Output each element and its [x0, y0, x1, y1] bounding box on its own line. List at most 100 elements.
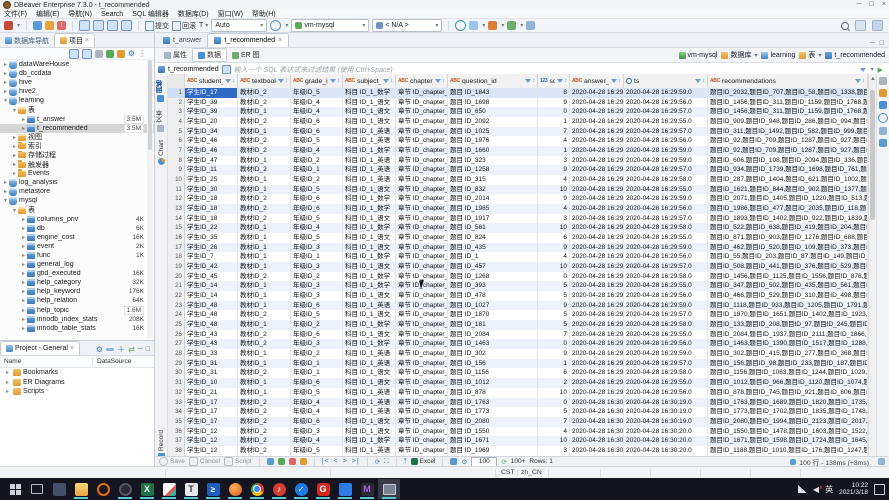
- grid-cell[interactable]: 年级ID_1: [291, 165, 343, 176]
- grid-cell[interactable]: 9: [538, 194, 570, 205]
- expand-arrow[interactable]: ▸: [20, 252, 27, 259]
- tree-item[interactable]: ▸ columns_priv 4K: [0, 215, 154, 224]
- grid-cell[interactable]: 2020-04-28 16:30:19.0: [624, 397, 708, 408]
- expand-arrow[interactable]: ▸: [2, 79, 9, 86]
- close-button[interactable]: ×: [882, 0, 886, 10]
- expand-arrow[interactable]: ▸: [20, 243, 27, 250]
- grid-cell[interactable]: 科目 ID_1_数学: [343, 223, 396, 234]
- grid-cell[interactable]: 章节 ID_chapter_1: [396, 320, 448, 330]
- grid-cell[interactable]: 科目 ID_1_语文: [343, 291, 396, 301]
- grid-cell[interactable]: 题目ID_1456,题目ID_1125,题目ID_1556,题目ID_876,题…: [708, 271, 868, 282]
- sync-icon[interactable]: ⇄: [128, 345, 135, 354]
- row-number[interactable]: 2: [168, 97, 185, 108]
- start-button[interactable]: [4, 479, 26, 499]
- add-row-icon[interactable]: [277, 458, 285, 465]
- menu-item[interactable]: 导航(N): [68, 9, 92, 19]
- grid-cell[interactable]: 年级ID_3: [291, 426, 343, 437]
- grid-cell[interactable]: 题目 ID_1012: [448, 378, 538, 388]
- grid-cell[interactable]: 教材ID_1: [238, 262, 291, 272]
- grid-cell[interactable]: 学生ID_12: [185, 426, 238, 437]
- grid-cell[interactable]: 题目 ID_457: [448, 262, 538, 272]
- grid-cell[interactable]: 学生ID_48: [185, 320, 238, 330]
- grid-cell[interactable]: 2020-04-28 16:29:58: [570, 223, 624, 234]
- grid-cell[interactable]: 题目ID_871,题目ID_903,题目ID_1276,题目ID_688,题目I…: [708, 233, 868, 243]
- grid-cell[interactable]: 2020-04-28 16:29:55: [570, 329, 624, 340]
- open-sql-script-icon[interactable]: [45, 21, 55, 30]
- grid-cell[interactable]: 章节 ID_chapter_2: [396, 407, 448, 417]
- grid-cell[interactable]: 学生ID_12: [185, 436, 238, 446]
- grid-cell[interactable]: 题目ID_909,题目ID_948,题目ID_286,题目ID_994,题目ID…: [708, 117, 868, 127]
- grid-cell[interactable]: 学生ID_26: [185, 242, 238, 253]
- row-number[interactable]: 33: [168, 397, 185, 408]
- grid-cell[interactable]: 科目 ID_1_数学: [343, 436, 396, 446]
- grid-cell[interactable]: 题目ID_878,题目ID_745,题目ID_921,题目ID_806,题目ID…: [708, 387, 868, 398]
- table-row[interactable]: 12 学生ID_18 教材ID_2 年级ID_6 科目 ID_1_数学 章节 ID_cha…: [168, 194, 868, 205]
- refresh-result-icon[interactable]: ⟳: [375, 458, 380, 466]
- prev-page-icon[interactable]: <: [334, 458, 339, 465]
- tab-database-navigator[interactable]: 数据库导航: [0, 34, 54, 47]
- grid-scrollbar[interactable]: ▲: [868, 74, 876, 456]
- grid-cell[interactable]: 4: [538, 136, 570, 147]
- expand-arrow[interactable]: ▸: [11, 143, 18, 150]
- grid-cell[interactable]: 题目ID_462,题目ID_520,题目ID_109,题目ID_373,题目ID…: [708, 242, 868, 253]
- grid-cell[interactable]: 2020-04-28 16:29:59.0: [624, 300, 708, 311]
- grid-cell[interactable]: 年级ID_6: [291, 329, 343, 340]
- expand-arrow[interactable]: ▸: [11, 170, 18, 177]
- network-icon[interactable]: [797, 485, 807, 493]
- row-number[interactable]: 9: [168, 165, 185, 176]
- grid-cell[interactable]: 教材ID_2: [238, 445, 291, 456]
- grid-cell[interactable]: 教材ID_2: [238, 271, 291, 282]
- grid-cell[interactable]: 10: [538, 223, 570, 234]
- row-number[interactable]: 6: [168, 136, 185, 147]
- grid-cell[interactable]: 科目 ID_1_语文: [343, 310, 396, 321]
- grid-cell[interactable]: 题目 ID_561: [448, 223, 538, 234]
- grid-cell[interactable]: 2020-04-28 16:29:56: [570, 339, 624, 350]
- grid-cell[interactable]: 教材ID_2: [238, 117, 291, 127]
- table-row[interactable]: 21 学生ID_14 教材ID_1 年级ID_3 科目 ID_1_数学 章节 ID_cha…: [168, 281, 868, 292]
- table-row[interactable]: 5 学生ID_34 教材ID_1 年级ID_6 科目 ID_1_英语 章节 ID_chap…: [168, 126, 868, 137]
- connect-icon[interactable]: [105, 49, 114, 58]
- grid-cell[interactable]: 题目 ID_824: [448, 233, 538, 243]
- grid-cell[interactable]: 2020-04-28 16:29:56: [570, 291, 624, 301]
- grid-cell[interactable]: 题目ID_1012,题目ID_966,题目ID_1120,题目ID_1074,题…: [708, 378, 868, 388]
- grid-cell[interactable]: 2020-04-28 16:29:57.0: [624, 165, 708, 176]
- grid-cell[interactable]: 题目ID_1456,题目ID_311,题目ID_1159,题目ID_1768,题…: [708, 97, 868, 108]
- grid-cell[interactable]: 2020-04-28 16:30:19: [570, 416, 624, 427]
- grid-cell[interactable]: 题目ID_156,题目ID_98,题目ID_233,题目ID_187,题目ID_…: [708, 358, 868, 369]
- next-page-icon[interactable]: >: [343, 458, 348, 465]
- open-perspective-icon[interactable]: [872, 20, 883, 31]
- grid-cell[interactable]: 2020-04-28 16:29:58: [570, 320, 624, 330]
- maximize-button[interactable]: □: [870, 0, 874, 10]
- link-editor-icon[interactable]: [81, 48, 92, 59]
- fetch-size-input[interactable]: 100: [471, 456, 498, 467]
- grid-cell[interactable]: 5: [538, 281, 570, 292]
- grid-cell[interactable]: 3: [538, 155, 570, 166]
- row-number[interactable]: 14: [168, 213, 185, 224]
- volume-muted-icon[interactable]: ◀ ×: [813, 485, 823, 494]
- grid-cell[interactable]: 科目 ID_1_英语: [343, 387, 396, 398]
- grid-cell[interactable]: 科目 ID_1_语文: [343, 368, 396, 379]
- tree-item[interactable]: ▸ innodb_table_stats 16K: [0, 324, 154, 333]
- database-combo[interactable]: < N/A > ▾: [372, 19, 443, 32]
- grid-cell[interactable]: 学生ID_7: [185, 252, 238, 263]
- grid-cell[interactable]: 教材ID_2: [238, 88, 291, 98]
- grid-cell[interactable]: 年级ID_6: [291, 300, 343, 311]
- grid-cell[interactable]: 科目 ID_1_英语: [343, 165, 396, 176]
- shell-app-icon[interactable]: [224, 479, 246, 499]
- table-row[interactable]: 9 学生ID_11 教材ID_2 年级ID_1 科目 ID_1_英语 章节 ID_chap…: [168, 165, 868, 176]
- grid-cell[interactable]: 章节 ID_chapter_2: [396, 397, 448, 408]
- grid-cell[interactable]: 2020-04-28 16:29:59.0: [624, 155, 708, 166]
- expand-arrow[interactable]: ▸: [20, 316, 27, 323]
- grid-cell[interactable]: 年级ID_1: [291, 252, 343, 263]
- sql-file-icon[interactable]: [121, 20, 133, 31]
- grid-cell[interactable]: 2020-04-28 16:29:59: [570, 194, 624, 205]
- grid-cell[interactable]: 科目 ID_1_数学: [343, 194, 396, 205]
- tree-item[interactable]: ▸ db 6K: [0, 224, 154, 233]
- grid-cell[interactable]: 章节 ID_chapter_1: [396, 242, 448, 253]
- grid-cell[interactable]: 0: [538, 339, 570, 350]
- grid-cell[interactable]: 章节 ID_chapter_2: [396, 387, 448, 398]
- messenger-app-icon[interactable]: ✓: [290, 479, 312, 499]
- grid-cell[interactable]: 学生ID_17: [185, 416, 238, 427]
- refresh-icon[interactable]: [455, 20, 467, 31]
- table-row[interactable]: 15 学生ID_22 教材ID_1 年级ID_4 科目 ID_1_数学 章节 ID_cha…: [168, 223, 868, 234]
